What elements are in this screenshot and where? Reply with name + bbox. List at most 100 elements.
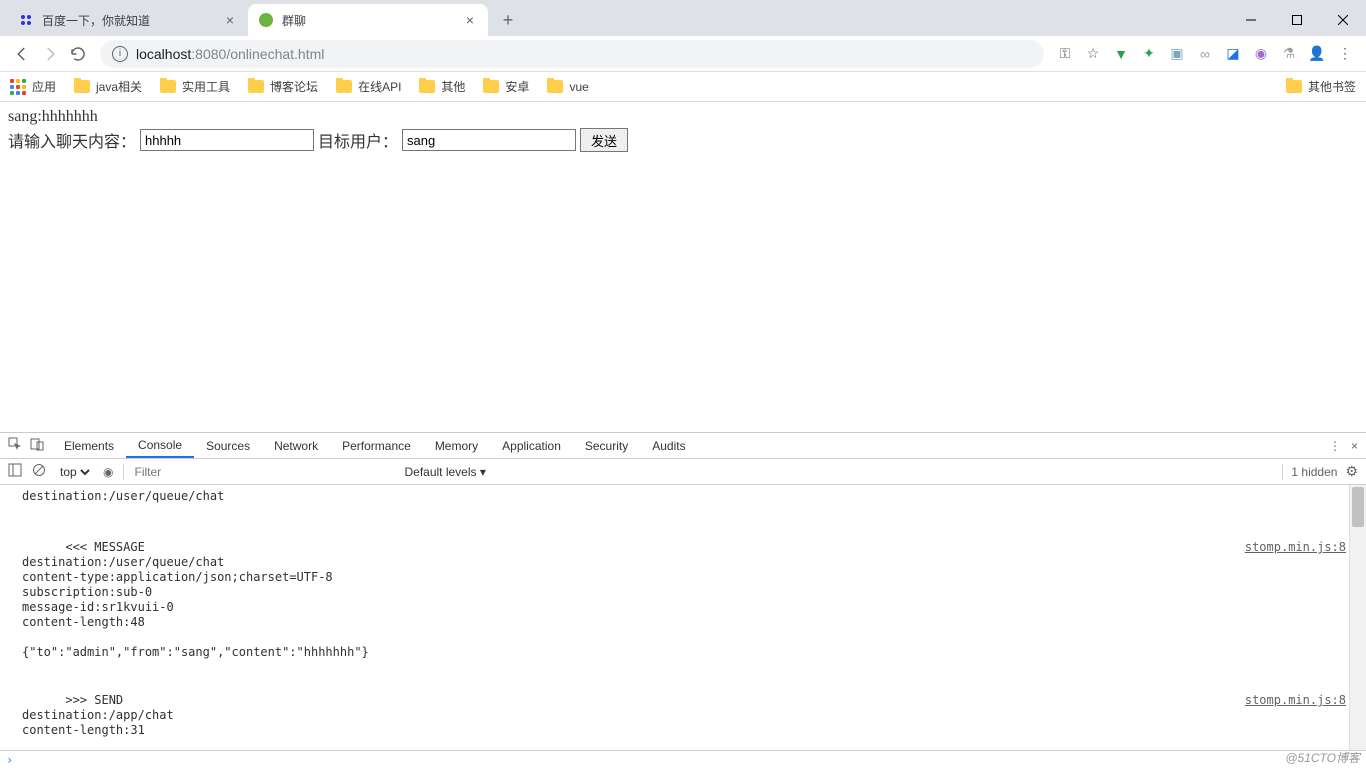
apps-icon [10,79,26,95]
devtools-close-icon[interactable]: × [1351,439,1358,453]
apps-label: 应用 [32,78,56,95]
address-bar[interactable]: i localhost:8080/onlinechat.html [100,40,1044,68]
devtools-tabs: Elements Console Sources Network Perform… [0,433,1366,459]
source-link[interactable]: stomp.min.js:8 [1245,693,1346,708]
back-button[interactable] [8,40,36,68]
new-tab-button[interactable]: + [494,6,522,34]
scrollbar[interactable] [1349,485,1366,750]
other-bookmarks[interactable]: 其他书签 [1286,78,1356,95]
forward-button[interactable] [36,40,64,68]
bookmark-label: 其他 [441,78,465,95]
folder-icon [547,80,563,93]
devtools-tab-console[interactable]: Console [126,433,194,458]
folder-icon [336,80,352,93]
console-toolbar: top ◉ Default levels ▾ 1 hidden ⚙ [0,459,1366,485]
console-output[interactable]: destination:/user/queue/chat stomp.min.j… [0,485,1366,750]
bookmark-label: 实用工具 [182,78,230,95]
target-label: 目标用户： [318,128,398,152]
console-line [22,505,1366,523]
page-content: sang:hhhhhhh 请输入聊天内容： 目标用户： 发送 [0,102,1366,158]
console-line: destination:/user/queue/chat [22,487,1366,505]
devtools-tab-elements[interactable]: Elements [52,433,126,458]
browser-tab-inactive[interactable]: 百度一下，你就知道 × [8,4,248,36]
separator [123,464,124,480]
bookmark-folder[interactable]: 安卓 [483,78,529,95]
menu-icon[interactable]: ⋮ [1336,45,1354,63]
devtools-tab-network[interactable]: Network [262,433,330,458]
devtools-tab-audits[interactable]: Audits [640,433,697,458]
devtools-panel: Elements Console Sources Network Perform… [0,432,1366,768]
spring-favicon [258,12,274,28]
chat-form: 请输入聊天内容： 目标用户： 发送 [8,128,1358,152]
extension-icons: ⚿ ☆ ▼ ✦ ▣ ∞ ◪ ◉ ⚗ 👤 ⋮ [1052,45,1358,63]
ext-flask-icon[interactable]: ⚗ [1280,45,1298,63]
content-input[interactable] [140,129,314,151]
picture-icon[interactable]: ▣ [1168,45,1186,63]
send-button[interactable]: 发送 [580,128,628,152]
folder-icon [419,80,435,93]
key-icon[interactable]: ⚿ [1056,45,1074,63]
ext-blue-icon[interactable]: ◪ [1224,45,1242,63]
devtools-tab-security[interactable]: Security [573,433,640,458]
maximize-button[interactable] [1274,4,1320,36]
log-levels-select[interactable]: Default levels ▾ [404,465,485,479]
link-icon[interactable]: ∞ [1196,45,1214,63]
browser-tab-strip: 百度一下，你就知道 × 群聊 × + [0,0,1366,36]
leaf-icon[interactable]: ✦ [1140,45,1158,63]
eye-icon[interactable]: ◉ [103,465,113,479]
scrollbar-thumb[interactable] [1352,487,1364,527]
clear-console-icon[interactable] [32,463,46,480]
device-toggle-icon[interactable] [30,437,44,454]
other-bookmarks-label: 其他书签 [1308,78,1356,95]
watermark: @51CTO博客 [1285,749,1360,766]
apps-button[interactable]: 应用 [10,78,56,95]
bookmark-folder[interactable]: vue [547,80,588,94]
folder-icon [74,80,90,93]
bookmark-label: 在线API [358,78,401,95]
bookmark-label: vue [569,80,588,94]
tab-title: 百度一下，你就知道 [42,12,222,29]
bookmark-label: 博客论坛 [270,78,318,95]
gear-icon[interactable]: ⚙ [1345,463,1358,480]
devtools-tab-sources[interactable]: Sources [194,433,262,458]
profile-avatar-icon[interactable]: 👤 [1308,45,1326,63]
context-select[interactable]: top [56,464,93,480]
console-entry: stomp.min.js:8<<< MESSAGE destination:/u… [22,523,1366,676]
separator [1282,464,1283,480]
minimize-button[interactable] [1228,4,1274,36]
source-link[interactable]: stomp.min.js:8 [1245,540,1346,555]
baidu-favicon [18,12,34,28]
star-icon[interactable]: ☆ [1084,45,1102,63]
url-host: localhost [136,46,191,62]
devtools-tab-performance[interactable]: Performance [330,433,423,458]
bookmark-label: java相关 [96,78,142,95]
folder-icon [160,80,176,93]
ext-r-icon[interactable]: ◉ [1252,45,1270,63]
close-icon[interactable]: × [462,12,478,28]
bookmark-folder[interactable]: java相关 [74,78,142,95]
hidden-count: 1 hidden [1291,465,1337,479]
reload-button[interactable] [64,40,92,68]
devtools-tab-memory[interactable]: Memory [423,433,490,458]
devtools-more-icon[interactable]: ⋮ [1329,439,1341,453]
bookmark-folder[interactable]: 实用工具 [160,78,230,95]
inspect-icon[interactable] [8,437,22,454]
close-icon[interactable]: × [222,12,238,28]
console-sidebar-toggle-icon[interactable] [8,463,22,480]
url-path: /onlinechat.html [226,46,324,62]
devtools-tab-application[interactable]: Application [490,433,573,458]
target-input[interactable] [402,129,576,151]
bookmark-folder[interactable]: 博客论坛 [248,78,318,95]
site-info-icon[interactable]: i [112,46,128,62]
browser-tab-active[interactable]: 群聊 × [248,4,488,36]
filter-input[interactable] [134,465,394,479]
url-port: :8080 [191,46,226,62]
tab-title: 群聊 [282,12,462,29]
shield-icon[interactable]: ▼ [1112,45,1130,63]
close-window-button[interactable] [1320,4,1366,36]
bookmark-folder[interactable]: 在线API [336,78,401,95]
console-prompt[interactable]: › [0,750,1366,768]
bookmark-label: 安卓 [505,78,529,95]
bookmark-folder[interactable]: 其他 [419,78,465,95]
window-controls [1228,4,1366,36]
